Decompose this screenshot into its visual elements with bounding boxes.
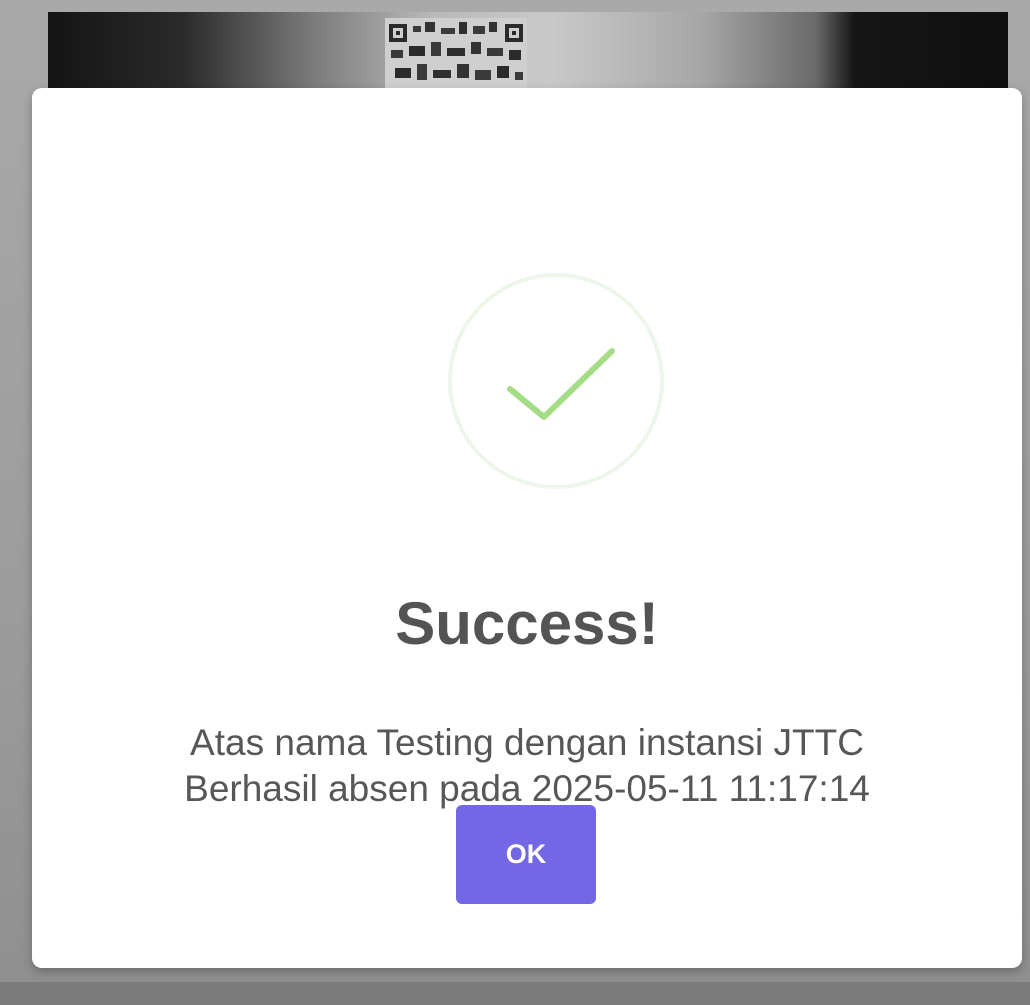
check-icon bbox=[448, 273, 664, 489]
bottom-bar bbox=[0, 982, 1030, 1005]
dialog-title: Success! bbox=[395, 590, 659, 657]
dialog-message-line-1: Atas nama Testing dengan instansi JTTC bbox=[190, 722, 864, 763]
qr-code-image bbox=[385, 18, 527, 92]
ok-button[interactable]: OK bbox=[456, 805, 596, 904]
dialog-message: Atas nama Testing dengan instansi JTTC B… bbox=[72, 720, 982, 812]
